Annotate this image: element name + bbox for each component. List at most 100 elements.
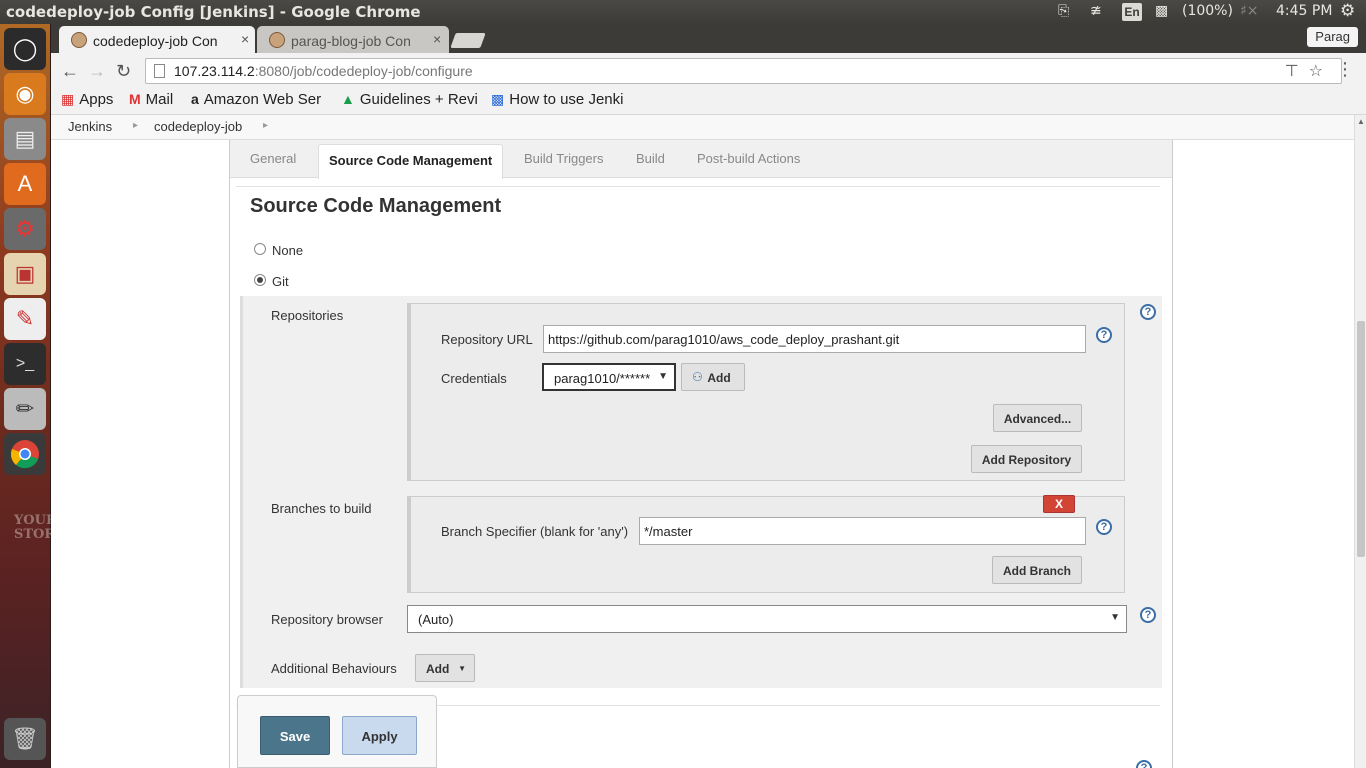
battery-percent: (100%) bbox=[1182, 3, 1233, 19]
git-config-block: Repositories Repository URL https://gith… bbox=[240, 296, 1162, 688]
add-credentials-button[interactable]: ⚇ Add bbox=[681, 363, 745, 391]
page-scrollbar[interactable]: ▲ bbox=[1354, 115, 1366, 768]
scrollbar-thumb[interactable] bbox=[1357, 321, 1365, 557]
help-icon[interactable]: ? bbox=[1096, 327, 1112, 343]
advanced-button[interactable]: Advanced... bbox=[993, 404, 1082, 432]
tab-title: parag-blog-job Con bbox=[291, 33, 411, 49]
address-bar[interactable]: 107.23.114.2:8080/job/codedeploy-job/con… bbox=[145, 58, 1342, 84]
add-label: Add bbox=[426, 662, 450, 676]
credentials-label: Credentials bbox=[441, 371, 507, 386]
battery-icon[interactable]: ▩ bbox=[1155, 3, 1168, 19]
breadcrumb-separator-icon[interactable]: ▸ bbox=[263, 120, 268, 131]
credentials-select[interactable]: parag1010/****** ▼ bbox=[542, 363, 676, 391]
bookmark-label: How to use Jenki bbox=[509, 91, 624, 108]
repository-browser-value: (Auto) bbox=[418, 612, 454, 627]
settings-gear-icon[interactable]: ⚙ bbox=[1340, 1, 1355, 21]
ubuntu-dash-icon[interactable]: ◯ bbox=[4, 28, 46, 70]
bookmark-mail[interactable]: M Mail bbox=[129, 91, 173, 108]
help-icon[interactable]: ? bbox=[1096, 519, 1112, 535]
repository-browser-select[interactable]: (Auto) ▼ bbox=[407, 605, 1127, 633]
scm-git-radio[interactable] bbox=[254, 274, 266, 286]
branches-label: Branches to build bbox=[271, 501, 372, 516]
delete-branch-button[interactable]: X bbox=[1043, 495, 1075, 513]
back-arrow-icon[interactable]: ← bbox=[61, 61, 79, 82]
branch-box: X Branch Specifier (blank for 'any') */m… bbox=[407, 495, 1125, 593]
repository-url-input[interactable]: https://github.com/parag1010/aws_code_de… bbox=[543, 325, 1086, 353]
save-button[interactable]: Save bbox=[260, 716, 330, 755]
tab-title: codedeploy-job Con bbox=[93, 33, 218, 49]
bookmark-label: Mail bbox=[145, 91, 174, 108]
clock[interactable]: 4:45 PM bbox=[1276, 3, 1332, 19]
gmail-icon: M bbox=[129, 91, 141, 107]
impress-icon[interactable]: ▣ bbox=[4, 253, 46, 295]
add-branch-button[interactable]: Add Branch bbox=[992, 556, 1082, 584]
save-apply-bar: Save Apply bbox=[237, 695, 437, 768]
bookmark-icon: ▩ bbox=[491, 91, 505, 107]
bookmark-jenkins-howto[interactable]: ▩ How to use Jenki bbox=[491, 91, 627, 108]
terminal-icon[interactable]: >_ bbox=[4, 343, 46, 385]
section-title: Source Code Management bbox=[250, 195, 502, 217]
volume-muted-icon[interactable]: ♯× bbox=[1240, 3, 1259, 19]
config-tab-bar: General Source Code Management Build Tri… bbox=[230, 140, 1172, 179]
dropdown-arrow-icon: ▼ bbox=[658, 371, 668, 382]
text-editor-icon[interactable]: ✏ bbox=[4, 388, 46, 430]
browser-tab[interactable]: parag-blog-job Con × bbox=[257, 26, 449, 53]
page-info-icon[interactable] bbox=[154, 64, 165, 78]
tab-build[interactable]: Build bbox=[636, 151, 665, 166]
browser-tab-active[interactable]: codedeploy-job Con × bbox=[59, 26, 255, 53]
add-repository-button[interactable]: Add Repository bbox=[971, 445, 1082, 473]
breadcrumb-job[interactable]: codedeploy-job bbox=[154, 119, 242, 134]
tab-source-code-management[interactable]: Source Code Management bbox=[318, 144, 504, 179]
jenkins-page: General Source Code Management Build Tri… bbox=[51, 140, 1354, 768]
window-title: codedeploy-job Config [Jenkins] - Google… bbox=[6, 3, 421, 21]
tab-close-icon[interactable]: × bbox=[433, 31, 441, 47]
reload-icon[interactable]: ↻ bbox=[116, 61, 131, 82]
bookmark-star-icon[interactable]: ☆ bbox=[1309, 63, 1333, 80]
repositories-label: Repositories bbox=[271, 308, 344, 323]
trash-icon[interactable]: 🗑 bbox=[4, 718, 46, 760]
pin-icon[interactable]: ⊤ bbox=[1285, 63, 1309, 80]
additional-behaviours-label: Additional Behaviours bbox=[271, 661, 397, 676]
wifi-icon[interactable]: ≇ bbox=[1090, 3, 1102, 19]
firefox-icon[interactable]: ◉ bbox=[4, 73, 46, 115]
chrome-menu-icon[interactable]: ⋮ bbox=[1336, 59, 1354, 80]
repository-box: Repository URL https://github.com/parag1… bbox=[407, 303, 1125, 481]
tab-close-icon[interactable]: × bbox=[241, 31, 249, 47]
dropdown-arrow-icon: ▼ bbox=[1110, 612, 1120, 623]
bookmark-apps[interactable]: ▦ Apps bbox=[61, 91, 113, 108]
branch-specifier-input[interactable]: */master bbox=[639, 517, 1086, 545]
tab-build-triggers[interactable]: Build Triggers bbox=[524, 151, 603, 166]
breadcrumb-separator-icon[interactable]: ▸ bbox=[133, 120, 138, 131]
add-behaviour-button[interactable]: Add ▼ bbox=[415, 654, 475, 682]
repository-browser-label: Repository browser bbox=[271, 612, 383, 627]
bookmark-amazon[interactable]: a Amazon Web Ser bbox=[191, 91, 326, 108]
scm-none-radio[interactable] bbox=[254, 243, 266, 255]
apply-button[interactable]: Apply bbox=[342, 716, 417, 755]
scroll-up-arrow-icon[interactable]: ▲ bbox=[1357, 117, 1365, 126]
breadcrumb: Jenkins ▸ codedeploy-job ▸ bbox=[51, 115, 1354, 140]
repository-url-label: Repository URL bbox=[441, 332, 533, 347]
help-icon[interactable]: ? bbox=[1140, 607, 1156, 623]
scm-git-label: Git bbox=[272, 274, 289, 289]
clipboard-icon[interactable]: ⎘ bbox=[1058, 3, 1069, 19]
tab-general[interactable]: General bbox=[250, 151, 296, 166]
keyboard-lang-indicator[interactable]: En bbox=[1122, 3, 1142, 21]
new-tab-button[interactable] bbox=[450, 33, 486, 48]
divider bbox=[236, 186, 1160, 187]
forward-arrow-icon[interactable]: → bbox=[88, 61, 106, 82]
system-settings-icon[interactable]: ⚙ bbox=[4, 208, 46, 250]
credentials-value: parag1010/****** bbox=[554, 371, 651, 386]
chrome-tab-strip: codedeploy-job Con × parag-blog-job Con … bbox=[51, 24, 1366, 53]
chrome-icon[interactable] bbox=[4, 433, 46, 475]
breadcrumb-jenkins[interactable]: Jenkins bbox=[68, 119, 112, 134]
unity-launcher: ◯ ◉ ▤ A ⚙ ▣ ✎ >_ ✏ YOUR STORY 🗑 bbox=[0, 24, 64, 768]
files-icon[interactable]: ▤ bbox=[4, 118, 46, 160]
dropdown-arrow-icon: ▼ bbox=[458, 664, 466, 673]
software-center-icon[interactable]: A bbox=[4, 163, 46, 205]
tab-post-build-actions[interactable]: Post-build Actions bbox=[697, 151, 800, 166]
help-icon[interactable]: ? bbox=[1140, 304, 1156, 320]
bookmark-guidelines[interactable]: ▲ Guidelines + Revi bbox=[341, 91, 481, 108]
help-icon[interactable]: ? bbox=[1136, 760, 1152, 768]
document-viewer-icon[interactable]: ✎ bbox=[4, 298, 46, 340]
profile-button[interactable]: Parag bbox=[1307, 27, 1358, 47]
